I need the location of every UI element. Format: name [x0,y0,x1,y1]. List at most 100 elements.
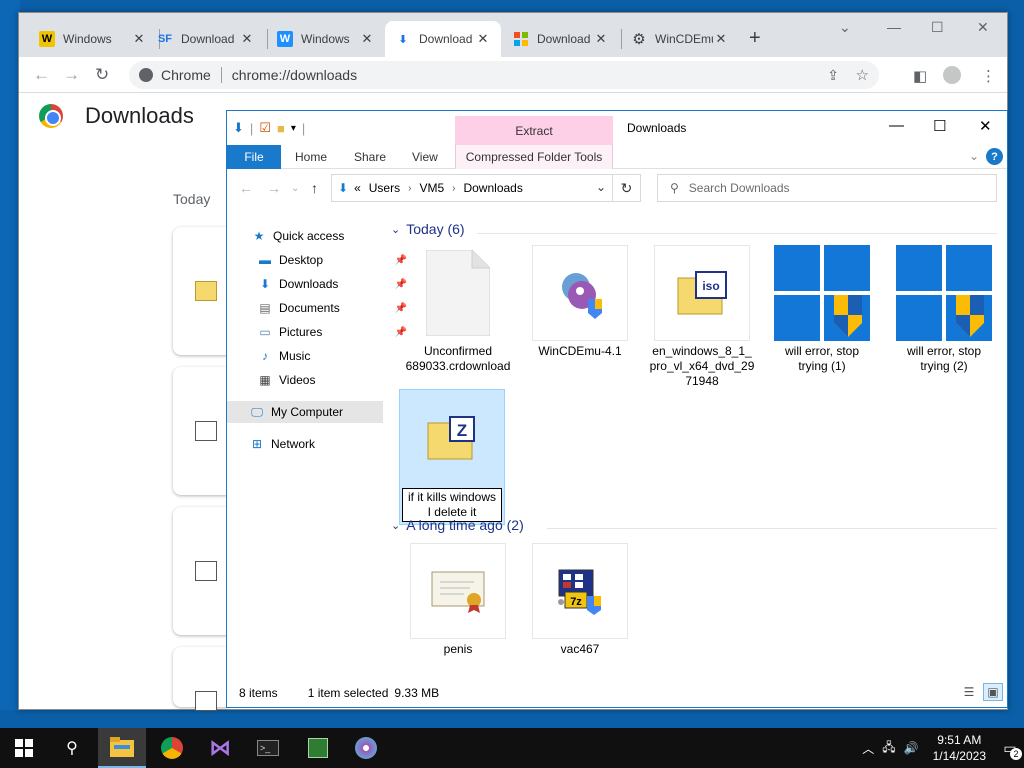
close-tab-icon[interactable]: ✕ [131,31,147,47]
nav-quick-access[interactable]: ★ Quick access [251,225,407,247]
iso-file-icon: iso [654,245,750,341]
download-card[interactable] [173,647,233,711]
taskbar-file-explorer[interactable] [98,728,146,768]
file-item[interactable]: will error, stop trying (2) [891,245,997,374]
close-tab-icon[interactable]: ✕ [713,31,729,47]
group-header-long-ago[interactable]: ⌄ A long time ago (2) [391,517,524,533]
nav-network[interactable]: ⊞ Network [249,433,405,455]
volume-icon[interactable]: 🔊 [904,741,919,755]
minimize-button[interactable]: — [889,117,904,134]
terminal-icon: >_ [257,740,279,756]
recent-dropdown-icon[interactable]: ⌄ [291,183,299,194]
ribbon-tab-share[interactable]: Share [354,145,386,169]
clock[interactable]: 9:51 AM 1/14/2023 [933,732,986,764]
installer-icon [195,561,217,581]
side-panel-icon[interactable]: ◧ [913,67,927,85]
ribbon-tab-home[interactable]: Home [295,145,327,169]
file-name: vac467 [560,642,600,656]
tab-download-sf[interactable]: SF Download ✕ [147,21,265,57]
ribbon-tab-file[interactable]: File [227,145,281,169]
close-window-button[interactable]: ✕ [977,19,989,36]
close-tab-icon[interactable]: ✕ [593,31,609,47]
file-item[interactable]: will error, stop trying (1) [769,245,875,374]
download-card[interactable] [173,227,233,355]
close-tab-icon[interactable]: ✕ [359,31,375,47]
bookmark-star-icon[interactable]: ☆ [856,66,869,84]
qat-dropdown-icon[interactable]: ▾ [291,123,296,134]
close-tab-icon[interactable]: ✕ [239,31,255,47]
sf-icon: SF [157,33,173,45]
certificate-icon [410,543,506,639]
address-dropdown-icon[interactable]: ⌄ [596,180,606,194]
forward-icon[interactable]: → [63,65,80,85]
notification-button[interactable]: ▭ 2 [996,728,1024,768]
tab-search-icon[interactable]: ⌄ [839,19,851,36]
tab-windows-1[interactable]: W Windows ✕ [29,21,157,57]
tab-download-ms[interactable]: Download ✕ [503,21,619,57]
taskbar-wincdemu[interactable] [342,728,390,768]
up-icon[interactable]: ↑ [311,180,318,196]
address-segment[interactable]: VM5 [419,181,444,195]
download-card[interactable] [173,507,233,635]
download-arrow-icon: ⬇ [233,120,244,135]
minimize-button[interactable]: — [887,19,901,35]
taskbar-visual-studio[interactable]: ⋈ [196,728,244,768]
file-item[interactable]: iso en_windows_8_1_pro_vl_x64_dvd_297194… [649,245,755,389]
refresh-button[interactable]: ↻ [613,174,641,202]
tab-wincdemu[interactable]: ⚙ WinCDEmu ✕ [621,21,739,57]
address-bar[interactable]: ⬇ « Users › VM5 › Downloads ⌄ [331,174,613,202]
group-header-today[interactable]: ⌄ Today (6) [391,221,465,237]
maximize-button[interactable]: ☐ [931,19,944,36]
forward-icon[interactable]: → [267,180,281,196]
file-item-selected[interactable]: Z if it kills windows I delete it [399,389,505,525]
large-icons-view-icon[interactable]: ▣ [983,683,1003,701]
nav-my-computer[interactable]: 🖵 My Computer [227,401,383,423]
address-segment[interactable]: Downloads [463,181,522,195]
ribbon-tab-compressed-folder-tools[interactable]: Compressed Folder Tools [455,145,613,169]
share-icon[interactable]: ⇪ [827,67,839,84]
nav-label: Music [279,349,311,363]
reload-icon[interactable]: ↻ [95,65,109,85]
search-button[interactable]: ⚲ [48,728,96,768]
start-button[interactable] [0,728,48,768]
extract-context-tab[interactable]: Extract [455,116,613,145]
back-icon[interactable]: ← [239,180,253,196]
profile-avatar-icon[interactable] [943,66,961,84]
omnibox-chrome-label: Chrome [161,67,211,83]
address-overflow[interactable]: « [354,181,361,195]
taskbar: ⚲ ⋈ >_ ︿ 🖧 🔊 9:51 AM 1/14/2023 ▭ 2 [0,728,1024,768]
close-window-button[interactable]: ✕ [979,117,992,135]
file-item[interactable]: Unconfirmed 689033.crdownload [405,245,511,374]
taskbar-chrome[interactable] [148,728,196,768]
network-icon[interactable]: 🖧 [882,738,895,759]
search-input[interactable]: ⚲ Search Downloads [657,174,997,202]
menu-kebab-icon[interactable]: ⋮ [981,67,996,85]
download-card[interactable] [173,367,233,495]
desktop-background [0,0,20,710]
chevron-right-icon[interactable]: › [408,183,411,194]
tab-windows-2[interactable]: W Windows ✕ [267,21,385,57]
taskbar-app[interactable] [294,728,342,768]
download-icon: ⬇ [259,277,271,291]
new-folder-icon[interactable]: ■ [277,121,285,136]
maximize-button[interactable]: ☐ [933,117,946,135]
back-icon[interactable]: ← [33,65,50,85]
help-icon[interactable]: ? [986,148,1003,165]
downloads-header: Downloads [39,103,194,129]
ribbon-tab-view[interactable]: View [412,145,438,169]
tab-download-active[interactable]: ⬇ Download ✕ [385,21,501,57]
omnibox[interactable]: Chrome chrome://downloads ⇪ ☆ [129,61,879,89]
chevron-right-icon[interactable]: › [452,183,455,194]
file-item[interactable]: penis [405,543,511,657]
expand-ribbon-icon[interactable]: ⌄ [969,149,979,163]
details-view-icon[interactable]: ☰ [959,683,979,701]
close-tab-icon[interactable]: ✕ [475,31,491,47]
address-segment[interactable]: Users [369,181,400,195]
file-item[interactable]: WinCDEmu-4.1 [527,245,633,359]
chevron-up-icon[interactable]: ︿ [862,740,874,757]
file-item[interactable]: 7z vac467 [527,543,633,657]
search-icon: ⚲ [66,740,78,757]
properties-icon[interactable]: ☑ [259,120,271,136]
new-tab-button[interactable]: + [749,27,761,50]
taskbar-terminal[interactable]: >_ [244,728,292,768]
